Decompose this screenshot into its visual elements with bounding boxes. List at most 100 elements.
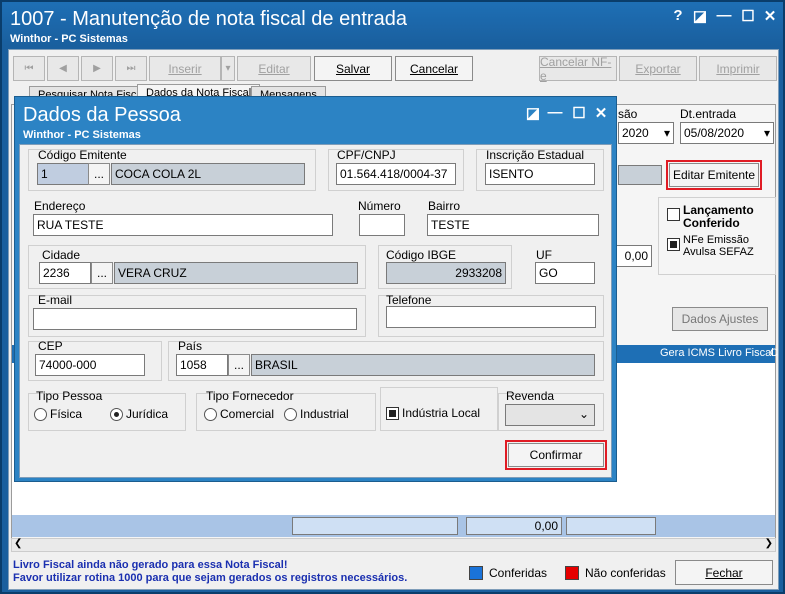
imprimir-button[interactable]: Imprimir xyxy=(699,56,777,81)
revenda-label: Revenda xyxy=(506,389,555,403)
totals-bar: 0,00 xyxy=(12,515,775,537)
grid-header-cut: C xyxy=(770,347,778,359)
dados-ajustes-button[interactable]: Dados Ajustes xyxy=(672,307,768,331)
total-value: 0,00 xyxy=(466,517,562,535)
window-subtitle: Winthor - PC Sistemas xyxy=(10,33,128,45)
cidade-codigo-field[interactable]: 2236 xyxy=(39,262,91,284)
scroll-right-icon[interactable]: ❯ xyxy=(765,538,773,549)
chevron-down-icon: ⌄ xyxy=(578,407,589,421)
dialog-close-icon[interactable]: ✕ xyxy=(591,104,611,122)
fisica-label: Física xyxy=(50,407,83,421)
pais-nome-field: BRASIL xyxy=(251,354,595,376)
ibge-field: 2933208 xyxy=(386,262,506,284)
inscricao-field[interactable]: ISENTO xyxy=(485,163,595,185)
pais-lookup-button[interactable]: ... xyxy=(228,354,250,376)
juridica-radio[interactable] xyxy=(110,408,123,421)
inscricao-label: Inscrição Estadual xyxy=(486,148,585,162)
editar-emitente-button[interactable]: Editar Emitente xyxy=(666,160,762,190)
dialog-title: Dados da Pessoa xyxy=(23,104,181,126)
fechar-button[interactable]: Fechar xyxy=(675,560,773,585)
nav-prev-button[interactable]: ◀ xyxy=(47,56,79,81)
comercial-radio[interactable] xyxy=(204,408,217,421)
horizontal-scrollbar[interactable]: ❮ ❯ xyxy=(11,538,776,552)
salvar-button[interactable]: Salvar xyxy=(314,56,392,81)
ibge-label: Código IBGE xyxy=(386,248,457,262)
cidade-nome-field: VERA CRUZ xyxy=(114,262,358,284)
minimize-icon[interactable]: — xyxy=(714,7,734,24)
dialog-maximize-icon[interactable]: ☐ xyxy=(569,104,589,122)
codigo-emitente-lookup-button[interactable]: ... xyxy=(88,163,110,185)
total-field-3 xyxy=(566,517,656,535)
nav-last-button[interactable]: ⏭ xyxy=(115,56,147,81)
help-icon[interactable]: ? xyxy=(668,7,688,24)
conferidas-legend-label: Conferidas xyxy=(489,566,548,580)
cpf-cnpj-label: CPF/CNPJ xyxy=(337,148,396,162)
nfe-emissao-checkbox[interactable] xyxy=(667,238,680,251)
lancamento-conferido-label: Lançamento Conferido xyxy=(683,203,754,230)
juridica-label: Jurídica xyxy=(126,407,169,421)
total-field-1 xyxy=(292,517,458,535)
nao-conferidas-legend-label: Não conferidas xyxy=(585,566,666,580)
dialog-subtitle: Winthor - PC Sistemas xyxy=(23,129,141,141)
inserir-dropdown-icon[interactable]: ▾ xyxy=(221,56,235,81)
telefone-label: Telefone xyxy=(386,293,432,307)
nav-first-button[interactable]: ⏮ xyxy=(13,56,45,81)
numero-label: Número xyxy=(358,199,401,213)
dialog-client-area: Código Emitente 1 ... COCA COLA 2L CPF/C… xyxy=(19,144,612,478)
uf-label: UF xyxy=(536,248,552,262)
tipo-fornecedor-label: Tipo Fornecedor xyxy=(206,389,294,403)
cep-label: CEP xyxy=(38,339,63,353)
window-title: 1007 - Manutenção de nota fiscal de entr… xyxy=(10,8,407,30)
lancamento-conferido-checkbox[interactable] xyxy=(667,208,680,221)
industria-local-checkbox[interactable] xyxy=(386,407,399,420)
dialog-restore-icon[interactable]: ◪ xyxy=(523,104,543,122)
cep-field[interactable]: 74000-000 xyxy=(35,354,145,376)
bairro-field[interactable]: TESTE xyxy=(427,214,599,236)
status-line-1: Livro Fiscal ainda não gerado para essa … xyxy=(13,559,288,571)
maximize-icon[interactable]: ☐ xyxy=(738,7,758,25)
nfe-emissao-label: NFe Emissão Avulsa SEFAZ xyxy=(683,234,754,258)
emissao-label: são xyxy=(618,107,638,121)
scroll-left-icon[interactable]: ❮ xyxy=(14,538,22,549)
cancelar-nfe-button[interactable]: Cancelar NF-e xyxy=(539,55,617,83)
emitente-nome-field: COCA COLA 2L xyxy=(111,163,305,185)
codigo-emitente-label: Código Emitente xyxy=(38,148,127,162)
email-field[interactable] xyxy=(33,308,357,330)
cpf-cnpj-field[interactable]: 01.564.418/0004-37 xyxy=(336,163,456,185)
telefone-field[interactable] xyxy=(386,306,596,328)
endereco-field[interactable]: RUA TESTE xyxy=(33,214,333,236)
inserir-button[interactable]: Inserir xyxy=(149,56,221,81)
conferidas-legend-swatch xyxy=(469,566,483,580)
cidade-lookup-button[interactable]: ... xyxy=(91,262,113,284)
uf-field[interactable]: GO xyxy=(535,262,595,284)
dt-entrada-field[interactable]: 05/08/2020 ▾ xyxy=(680,122,774,144)
close-icon[interactable]: ✕ xyxy=(760,7,780,25)
nav-next-button[interactable]: ▶ xyxy=(81,56,113,81)
status-line-2: Favor utilizar rotina 1000 para que seja… xyxy=(13,572,408,584)
conferido-group: Lançamento Conferido NFe Emissão Avulsa … xyxy=(658,197,776,275)
restore-icon[interactable]: ◪ xyxy=(690,7,710,25)
pais-codigo-field[interactable]: 1058 xyxy=(176,354,228,376)
industrial-radio[interactable] xyxy=(284,408,297,421)
grid-header-gera-icms: Gera ICMS Livro Fiscal xyxy=(660,347,774,359)
emissao-field[interactable]: 2020 ▾ xyxy=(618,122,674,144)
numero-field[interactable] xyxy=(359,214,405,236)
fisica-radio[interactable] xyxy=(34,408,47,421)
tipo-pessoa-label: Tipo Pessoa xyxy=(36,389,103,403)
industrial-label: Industrial xyxy=(300,407,349,421)
industria-local-label: Indústria Local xyxy=(402,406,481,420)
codigo-emitente-field[interactable]: 1 xyxy=(37,163,89,185)
cancelar-button[interactable]: Cancelar xyxy=(395,56,473,81)
email-label: E-mail xyxy=(38,293,73,307)
confirmar-button[interactable]: Confirmar xyxy=(505,440,607,470)
endereco-label: Endereço xyxy=(34,199,86,213)
revenda-select[interactable]: ⌄ xyxy=(505,404,595,426)
dialog-minimize-icon[interactable]: — xyxy=(545,104,565,121)
bg-value-field[interactable]: 0,00 xyxy=(616,245,652,267)
comercial-label: Comercial xyxy=(220,407,275,421)
dt-entrada-label: Dt.entrada xyxy=(680,107,737,121)
pais-label: País xyxy=(178,339,203,353)
cidade-label: Cidade xyxy=(42,248,81,262)
exportar-button[interactable]: Exportar xyxy=(619,56,697,81)
editar-button[interactable]: Editar xyxy=(237,56,311,81)
